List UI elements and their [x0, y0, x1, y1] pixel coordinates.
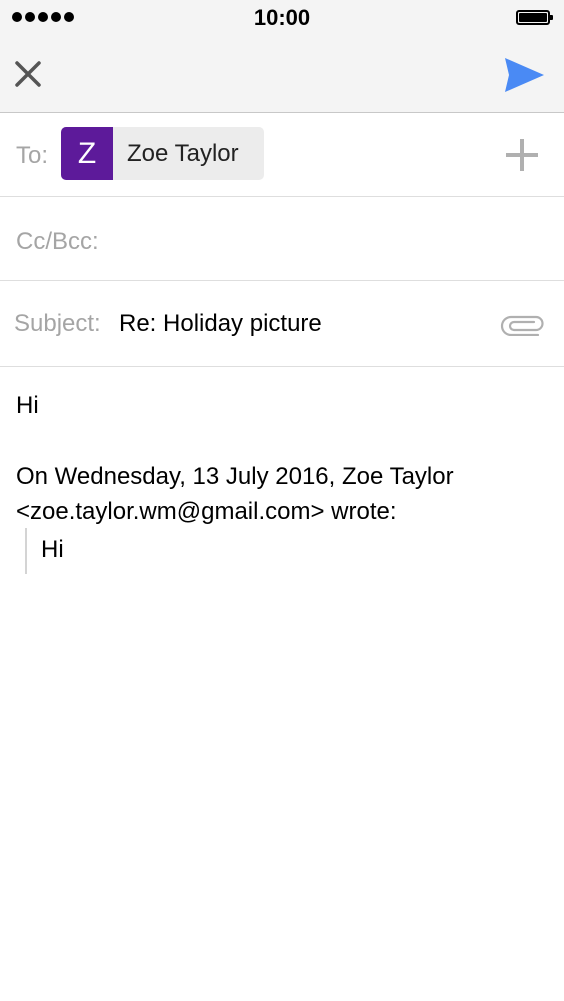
add-recipient-button[interactable]	[504, 137, 540, 173]
compose-screen: 10:00 To: Z Zoe Taylor Cc/Bcc: Subject: …	[0, 0, 564, 1001]
recipient-name: Zoe Taylor	[127, 140, 239, 167]
cc-bcc-input[interactable]	[120, 221, 548, 257]
to-field: To: Z Zoe Taylor	[0, 113, 564, 197]
plus-icon	[506, 139, 538, 171]
quote-header-line-2: <zoe.taylor.wm@gmail.com> wrote:	[16, 498, 397, 525]
cc-bcc-label: Cc/Bcc:	[16, 228, 99, 255]
quoted-text: Hi	[41, 536, 64, 563]
quote-header: On Wednesday, 13 July 2016, Zoe Taylor <…	[16, 459, 556, 529]
quoted-message: Hi	[25, 528, 64, 574]
subject-input[interactable]: Re: Holiday picture	[119, 310, 322, 338]
battery-icon	[516, 10, 553, 25]
recipient-chip[interactable]: Z Zoe Taylor	[61, 127, 264, 180]
cc-bcc-field: Cc/Bcc:	[0, 197, 564, 281]
status-time: 10:00	[253, 5, 311, 30]
recipient-avatar: Z	[61, 127, 113, 180]
paperclip-icon	[500, 315, 544, 337]
status-bar: 10:00	[0, 0, 564, 38]
send-icon	[505, 58, 544, 92]
send-button[interactable]	[504, 56, 546, 94]
subject-field: Subject: Re: Holiday picture	[0, 282, 564, 367]
close-icon	[15, 61, 41, 87]
to-label: To:	[16, 142, 49, 169]
attach-button[interactable]	[500, 310, 546, 337]
quote-header-line-1: On Wednesday, 13 July 2016, Zoe Taylor	[16, 463, 454, 490]
body-text: Hi	[16, 392, 39, 419]
message-body[interactable]: Hi On Wednesday, 13 July 2016, Zoe Taylo…	[0, 367, 564, 1001]
subject-label: Subject:	[14, 310, 101, 337]
close-button[interactable]	[12, 58, 46, 92]
top-bar: 10:00	[0, 0, 564, 113]
